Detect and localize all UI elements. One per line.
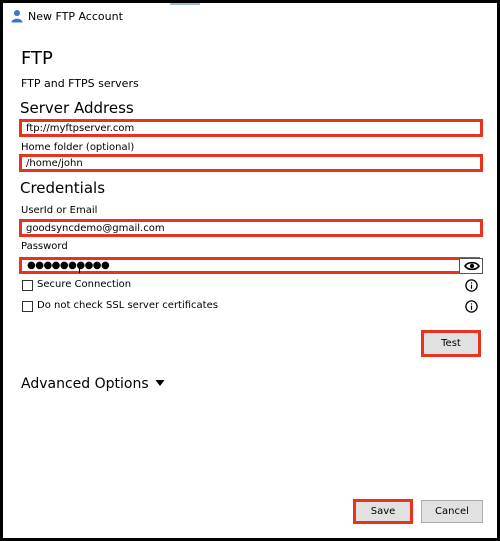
ssl-check-label[interactable]: Do not check SSL server certificates — [37, 300, 218, 311]
userid-field[interactable] — [19, 219, 483, 237]
text-caret — [79, 262, 80, 273]
home-folder-label: Home folder (optional) — [21, 142, 135, 153]
eye-icon — [464, 261, 480, 271]
advanced-options-toggle[interactable]: Advanced Options — [21, 376, 165, 392]
server-address-heading: Server Address — [20, 99, 134, 117]
home-folder-field[interactable] — [19, 154, 483, 172]
titlebar-accent — [170, 3, 200, 5]
password-input[interactable]: ●●●●●●●●●● — [27, 260, 110, 271]
caret-down-icon — [155, 380, 165, 386]
home-folder-input[interactable] — [22, 157, 480, 169]
server-address-field[interactable] — [19, 119, 483, 137]
dialog-window: New FTP Account FTP FTP and FTPS servers… — [3, 3, 497, 538]
info-icon[interactable] — [465, 279, 478, 292]
server-address-input[interactable] — [22, 122, 480, 134]
credentials-heading: Credentials — [20, 179, 106, 197]
userid-input[interactable] — [22, 222, 480, 234]
user-icon — [11, 10, 23, 23]
userid-label: UserId or Email — [21, 205, 98, 216]
ssl-check-checkbox[interactable] — [22, 301, 33, 312]
show-password-button[interactable] — [459, 258, 483, 274]
title-bar: New FTP Account — [3, 3, 497, 31]
page-subtitle: FTP and FTPS servers — [21, 77, 139, 90]
save-button[interactable]: Save — [353, 499, 413, 524]
window-title: New FTP Account — [28, 10, 123, 23]
password-field[interactable]: ●●●●●●●●●● — [19, 257, 480, 274]
secure-connection-checkbox[interactable] — [22, 280, 33, 291]
page-title: FTP — [21, 48, 53, 69]
advanced-options-label: Advanced Options — [21, 376, 149, 392]
cancel-button[interactable]: Cancel — [421, 500, 483, 523]
password-label: Password — [21, 241, 68, 252]
secure-connection-label[interactable]: Secure Connection — [37, 279, 131, 290]
info-icon[interactable] — [465, 300, 478, 313]
test-button[interactable]: Test — [421, 330, 481, 357]
